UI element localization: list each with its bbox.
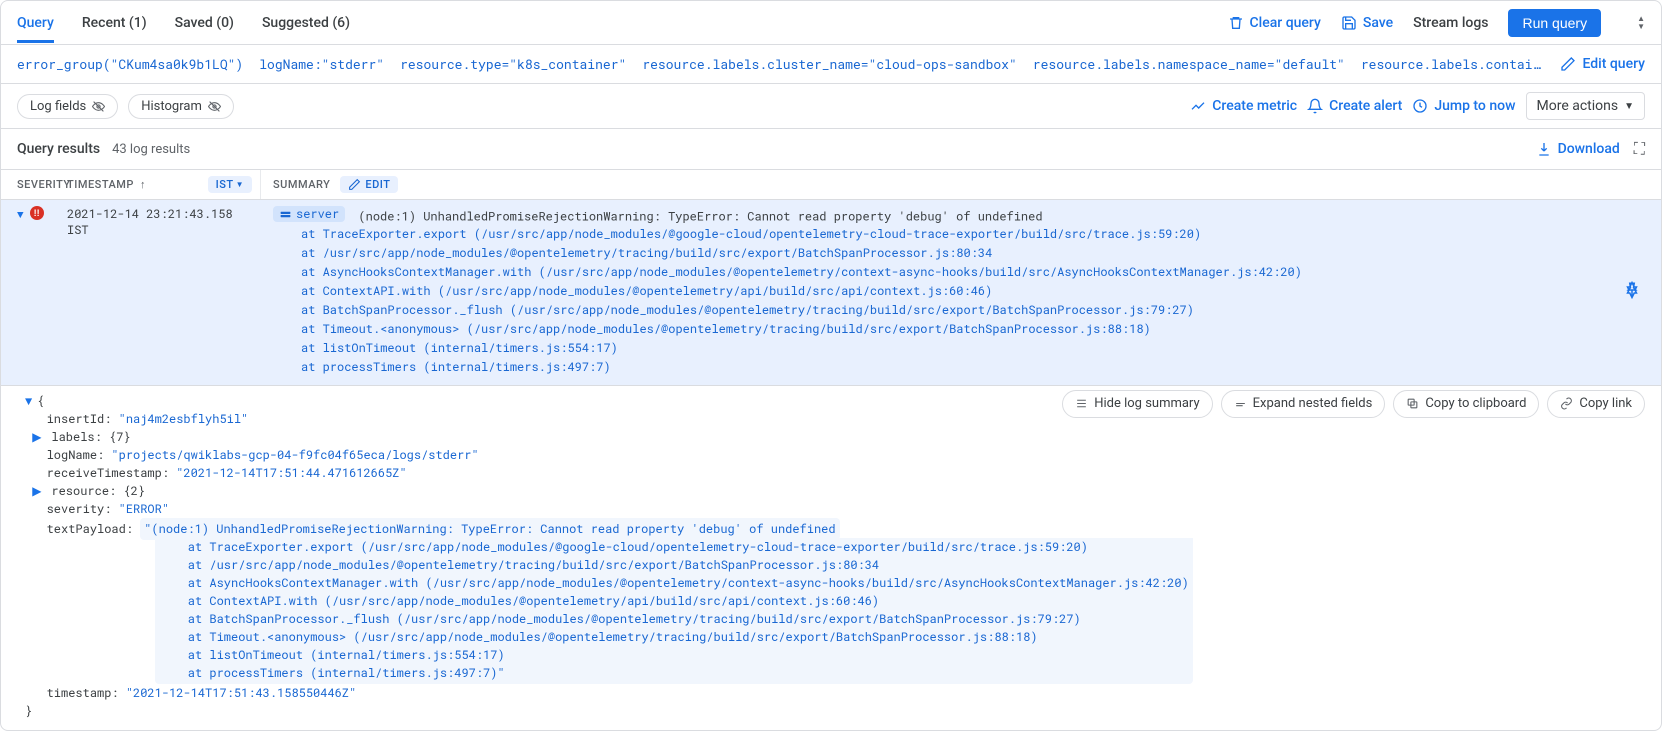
create-metric-button[interactable]: Create metric	[1190, 98, 1297, 114]
text-payload-line: at BatchSpanProcessor._flush (/usr/src/a…	[159, 610, 1189, 628]
results-count: 43 log results	[112, 142, 190, 157]
results-header: Query results 43 log results Download ⛶	[1, 129, 1661, 170]
col-timestamp[interactable]: TIMESTAMP ↑ IST▼	[61, 170, 261, 199]
log-fields-chip[interactable]: Log fields	[17, 94, 118, 119]
json-panel: Hide log summary Expand nested fields Co…	[1, 386, 1661, 730]
stack-trace-line: at ContextAPI.with (/usr/src/app/node_mo…	[273, 282, 1621, 301]
text-payload-line: at Timeout.<anonymous> (/usr/src/app/nod…	[159, 628, 1189, 646]
query-token[interactable]: resource.labels.containe…	[1361, 55, 1545, 73]
tab-suggested[interactable]: Suggested (6)	[262, 3, 350, 43]
toolbar: Log fields Histogram Create metric Creat…	[1, 84, 1661, 129]
expand-nested-button[interactable]: Expand nested fields	[1221, 390, 1386, 418]
stack-trace-line: at processTimers (internal/timers.js:497…	[273, 358, 1621, 377]
tab-saved[interactable]: Saved (0)	[175, 3, 234, 43]
chevron-down-icon: ▼	[1624, 101, 1634, 112]
save-icon	[1341, 15, 1357, 31]
edit-query-button[interactable]: Edit query	[1560, 56, 1645, 72]
save-button[interactable]: Save	[1341, 15, 1393, 31]
query-token[interactable]: resource.type="k8s_container"	[400, 55, 626, 73]
stack-trace-line: at TraceExporter.export (/usr/src/app/no…	[273, 225, 1621, 244]
visibility-off-icon	[92, 100, 105, 113]
download-icon	[1536, 141, 1552, 157]
hide-summary-button[interactable]: Hide log summary	[1062, 390, 1212, 418]
text-payload-line: at ContextAPI.with (/usr/src/app/node_mo…	[159, 592, 1189, 610]
clock-icon	[1412, 98, 1428, 114]
copy-icon	[1406, 397, 1419, 410]
stack-trace-line: at listOnTimeout (internal/timers.js:554…	[273, 339, 1621, 358]
log-row[interactable]: ▼ !! 2021-12-14 23:21:43.158 IST server …	[1, 200, 1661, 386]
json-caret-icon[interactable]: ▶	[32, 482, 44, 500]
log-message: (node:1) UnhandledPromiseRejectionWarnin…	[358, 209, 1042, 225]
pencil-icon	[348, 178, 361, 191]
query-text[interactable]: error_group("CKum4sa0k9b1LQ") logName:"st…	[17, 55, 1544, 73]
log-summary: server (node:1) UnhandledPromiseRejectio…	[261, 204, 1661, 381]
row-caret-icon[interactable]: ▼	[17, 206, 24, 222]
sort-asc-icon: ↑	[140, 178, 146, 191]
clear-query-button[interactable]: Clear query	[1228, 15, 1321, 31]
table-head: SEVERITY TIMESTAMP ↑ IST▼ SUMMARY EDIT	[1, 170, 1661, 200]
expand-icon	[1234, 397, 1247, 410]
create-alert-button[interactable]: Create alert	[1307, 98, 1402, 114]
json-caret-icon[interactable]: ▶	[32, 428, 44, 446]
list-icon	[1075, 397, 1088, 410]
query-token[interactable]: resource.labels.cluster_name="cloud-ops-…	[642, 55, 1016, 73]
link-icon	[1560, 397, 1573, 410]
tab-query[interactable]: Query	[17, 3, 54, 43]
download-button[interactable]: Download	[1536, 141, 1620, 157]
json-caret-icon[interactable]: ▼	[25, 392, 37, 410]
text-payload-line: at /usr/src/app/node_modules/@openteleme…	[159, 556, 1189, 574]
run-query-button[interactable]: Run query	[1508, 9, 1601, 37]
col-severity[interactable]: SEVERITY	[1, 178, 61, 191]
text-payload-line: at listOnTimeout (internal/timers.js:554…	[159, 646, 1189, 664]
stack-trace-line: at BatchSpanProcessor._flush (/usr/src/a…	[273, 301, 1621, 320]
copy-clipboard-button[interactable]: Copy to clipboard	[1393, 390, 1539, 418]
text-payload-line: at processTimers (internal/timers.js:497…	[159, 664, 1189, 682]
results-title: Query results	[17, 141, 100, 157]
visibility-off-icon	[208, 100, 221, 113]
pencil-icon	[1560, 56, 1576, 72]
log-timestamp: 2021-12-14 23:21:43.158 IST	[61, 204, 261, 381]
timezone-chip[interactable]: IST▼	[208, 176, 252, 193]
histogram-chip[interactable]: Histogram	[128, 94, 234, 119]
collapse-icon[interactable]: ⛶	[1634, 139, 1645, 159]
copy-link-button[interactable]: Copy link	[1547, 390, 1645, 418]
more-actions-dropdown[interactable]: More actions ▼	[1526, 92, 1646, 120]
stack-trace-line: at AsyncHooksContextManager.with (/usr/s…	[273, 263, 1621, 282]
tab-recent[interactable]: Recent (1)	[82, 3, 147, 43]
tabs-row: Query Recent (1) Saved (0) Suggested (6) Cl…	[1, 1, 1661, 45]
server-chip[interactable]: server	[273, 206, 345, 222]
text-payload-line: at TraceExporter.export (/usr/src/app/no…	[159, 538, 1189, 556]
text-payload-line: at AsyncHooksContextManager.with (/usr/s…	[159, 574, 1189, 592]
col-summary: SUMMARY EDIT	[261, 176, 1661, 193]
metric-icon	[1190, 98, 1206, 114]
pin-icon[interactable]	[1623, 280, 1641, 304]
container-icon	[279, 208, 292, 221]
bell-icon	[1307, 98, 1323, 114]
stack-trace-line: at /usr/src/app/node_modules/@openteleme…	[273, 244, 1621, 263]
trash-icon	[1228, 15, 1244, 31]
edit-summary-chip[interactable]: EDIT	[340, 176, 398, 193]
stream-logs-button[interactable]: Stream logs	[1413, 15, 1488, 31]
jump-to-now-button[interactable]: Jump to now	[1412, 98, 1515, 114]
query-token[interactable]: error_group("CKum4sa0k9b1LQ")	[17, 55, 243, 73]
expand-toggle[interactable]: ▲▼	[1625, 15, 1645, 31]
stack-trace-line: at Timeout.<anonymous> (/usr/src/app/nod…	[273, 320, 1621, 339]
severity-error-badge: !!	[30, 206, 44, 220]
query-token[interactable]: resource.labels.namespace_name="default"	[1033, 55, 1345, 73]
query-token[interactable]: logName:"stderr"	[259, 55, 384, 73]
query-bar: error_group("CKum4sa0k9b1LQ") logName:"st…	[1, 45, 1661, 84]
